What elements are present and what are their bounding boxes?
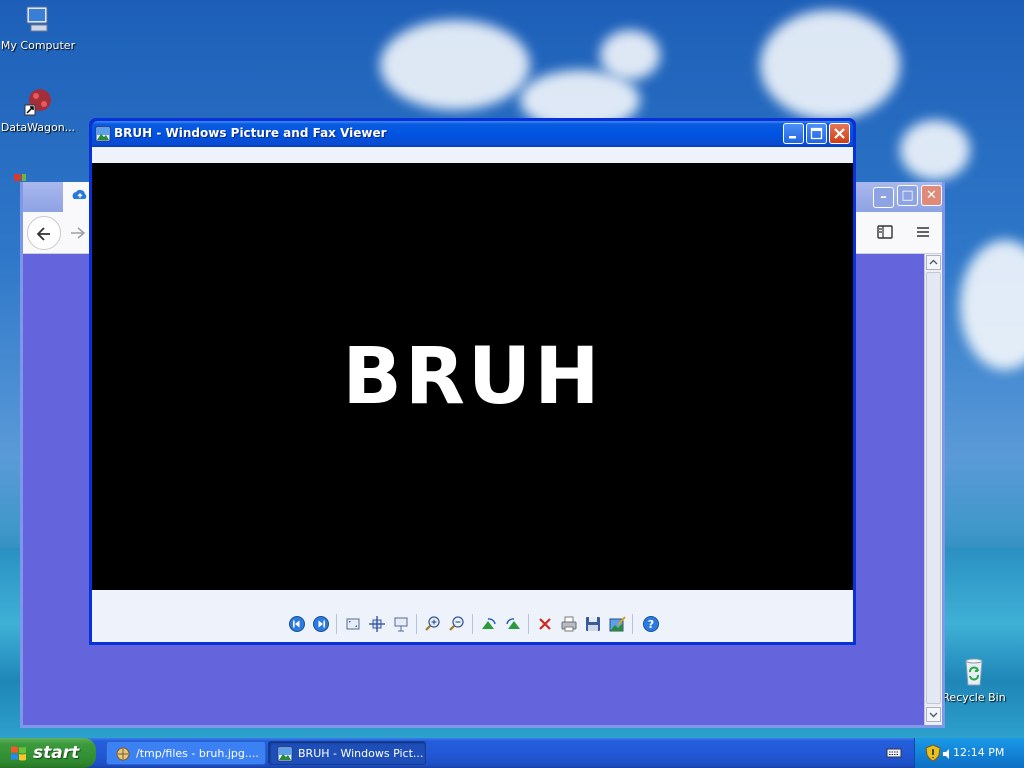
rotate-clockwise-icon (482, 618, 496, 629)
next-image-button[interactable] (312, 615, 330, 633)
copy-to-button[interactable] (584, 615, 602, 633)
toolbar-separator (632, 614, 633, 634)
taskbar-item-picture-viewer[interactable]: BRUH - Windows Pict... (268, 741, 426, 765)
system-tray: 12:14 PM (914, 738, 1024, 768)
taskbar-item-label: BRUH - Windows Pict... (298, 747, 424, 760)
maximize-icon (810, 127, 823, 140)
desktop-icon-label: DataWagon... (0, 121, 76, 134)
wallpaper-cloud (960, 240, 1024, 370)
viewer-maximize-button[interactable] (806, 123, 827, 144)
scroll-up-button[interactable] (926, 255, 941, 270)
zoom-in-button[interactable] (424, 615, 442, 633)
next-icon (313, 616, 329, 632)
scroll-thumb[interactable] (926, 272, 941, 704)
edit-image-icon (609, 616, 626, 632)
taskbar-item-label: /tmp/files - bruh.jpg.... (136, 747, 259, 760)
viewer-body: BRUH ? (92, 147, 853, 642)
open-for-editing-button[interactable] (608, 615, 626, 633)
displayed-image: BRUH (92, 163, 853, 590)
previous-icon (289, 616, 305, 632)
datawagon-shortcut-icon (22, 86, 54, 118)
start-label: start (33, 743, 80, 763)
minimize-icon (789, 136, 796, 139)
close-icon (834, 128, 845, 139)
start-button[interactable]: start (0, 738, 96, 768)
best-fit-icon (346, 618, 360, 630)
zoom-out-icon (449, 616, 464, 631)
slideshow-button[interactable] (392, 615, 410, 633)
background-minimize-button[interactable]: – (873, 187, 894, 208)
taskbar: start /tmp/files - bruh.jpg.... BRUH - W… (0, 738, 1024, 768)
sidebar-icon[interactable] (875, 222, 895, 242)
chevron-up-icon (929, 259, 938, 265)
desktop-icon-label: Recycle Bin (942, 691, 1006, 704)
chevron-down-icon (929, 712, 938, 718)
forward-button[interactable] (65, 220, 91, 246)
delete-icon (539, 618, 551, 630)
desktop: My Computer DataWagon... Mic Mic (0, 0, 1024, 738)
vertical-scrollbar[interactable] (924, 254, 942, 725)
rotate-clockwise-button[interactable] (480, 615, 498, 633)
rotate-counterclockwise-button[interactable] (504, 615, 522, 633)
viewer-close-button[interactable] (829, 123, 850, 144)
svg-text:?: ? (648, 618, 654, 631)
keyboard-icon[interactable] (886, 746, 902, 760)
recycle-bin-icon (958, 656, 990, 688)
back-button[interactable] (27, 216, 61, 250)
viewer-toolbar: ? (92, 590, 853, 642)
help-icon: ? (643, 616, 659, 632)
desktop-icon-label: My Computer (0, 39, 76, 52)
slideshow-icon (394, 617, 408, 632)
picture-viewer-app-icon (277, 746, 293, 762)
wallpaper-cloud (760, 10, 900, 120)
background-close-button[interactable]: ✕ (921, 185, 942, 206)
windows-flag-icon (10, 745, 27, 762)
print-button[interactable] (560, 615, 578, 633)
arrow-right-icon (71, 227, 86, 239)
zoom-in-icon (425, 616, 440, 631)
rotate-counterclockwise-icon (506, 618, 520, 629)
best-fit-button[interactable] (344, 615, 362, 633)
clock[interactable]: 12:14 PM (953, 746, 1004, 759)
wallpaper-cloud (600, 30, 660, 80)
toolbar-separator (528, 614, 529, 634)
actual-size-button[interactable] (368, 615, 386, 633)
wallpaper-cloud (380, 20, 530, 110)
previous-image-button[interactable] (288, 615, 306, 633)
actual-size-icon (369, 616, 385, 632)
wallpaper-cloud (900, 120, 970, 180)
image-text: BRUH (342, 331, 603, 422)
zoom-out-button[interactable] (448, 615, 466, 633)
security-shield-icon[interactable] (925, 744, 941, 762)
picture-viewer-window[interactable]: BRUH - Windows Picture and Fax Viewer BR… (89, 118, 856, 645)
viewer-titlebar[interactable]: BRUH - Windows Picture and Fax Viewer (92, 121, 853, 147)
background-maximize-button[interactable]: □ (897, 185, 918, 206)
toolbar-separator (336, 614, 337, 634)
viewer-minimize-button[interactable] (783, 123, 804, 144)
desktop-icon-my-computer[interactable]: My Computer (0, 4, 76, 52)
computer-icon (22, 4, 54, 36)
delete-button[interactable] (536, 615, 554, 633)
menu-icon[interactable] (913, 222, 933, 242)
help-button[interactable]: ? (642, 615, 660, 633)
viewer-title: BRUH - Windows Picture and Fax Viewer (114, 126, 387, 140)
toolbar-separator (416, 614, 417, 634)
print-icon (561, 616, 577, 632)
taskbar-item-file-browser[interactable]: /tmp/files - bruh.jpg.... (106, 741, 266, 765)
scroll-down-button[interactable] (926, 707, 941, 722)
file-browser-icon (115, 746, 131, 762)
arrow-left-icon (36, 227, 50, 241)
save-disk-icon (586, 617, 600, 631)
desktop-icon-datawagon[interactable]: DataWagon... (0, 86, 76, 134)
desktop-icon-recycle-bin[interactable]: Recycle Bin (936, 656, 1012, 704)
picture-viewer-app-icon (95, 126, 111, 142)
volume-icon[interactable] (942, 748, 952, 760)
toolbar-separator (472, 614, 473, 634)
